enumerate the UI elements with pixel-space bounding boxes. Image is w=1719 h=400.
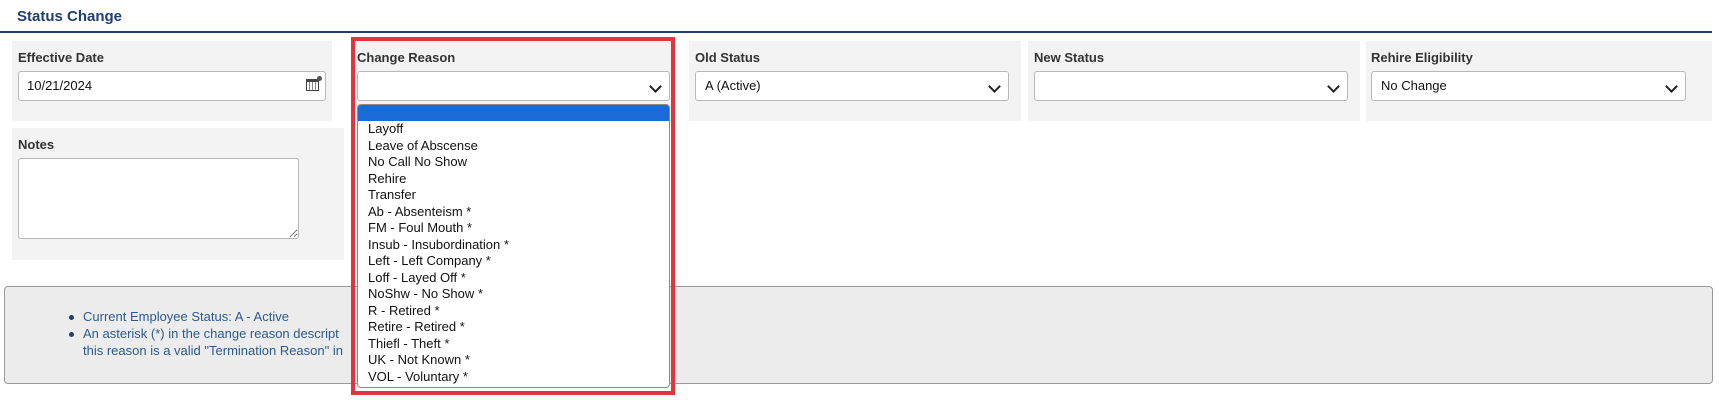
notes-label: Notes (18, 137, 55, 152)
change-reason-label: Change Reason (357, 50, 456, 65)
change-reason-dropdown-list[interactable]: Layoff Leave of Abscense No Call No Show Re… (357, 104, 670, 388)
chevron-down-icon (988, 80, 1001, 93)
rehire-eligibility-group: Rehire Eligibility No Change (1366, 41, 1712, 121)
new-status-label: New Status (1034, 50, 1105, 65)
info-panel: Current Employee Status: A - Active An a… (4, 286, 1713, 384)
effective-date-label: Effective Date (18, 50, 104, 65)
effective-date-input[interactable]: 10/21/2024 (18, 71, 326, 101)
change-reason-option[interactable]: No Call No Show (358, 154, 669, 171)
change-reason-option[interactable]: Ab - Absenteism * (358, 204, 669, 221)
change-reason-option[interactable]: Left - Left Company * (358, 253, 669, 270)
effective-date-group: Effective Date 10/21/2024 (12, 41, 332, 121)
change-reason-option[interactable]: R - Retired * (358, 303, 669, 320)
change-reason-option[interactable]: Layoff (358, 121, 669, 138)
info-asterisk-note: An asterisk (*) in the change reason des… (69, 325, 343, 342)
change-reason-option[interactable]: Retire - Retired * (358, 319, 669, 336)
new-status-group: New Status (1028, 41, 1360, 121)
change-reason-option[interactable]: Thiefl - Theft * (358, 336, 669, 353)
info-current-status: Current Employee Status: A - Active (69, 308, 343, 325)
change-reason-option[interactable]: FM - Foul Mouth * (358, 220, 669, 237)
calendar-icon[interactable] (306, 76, 322, 91)
chevron-down-icon (649, 80, 662, 93)
change-reason-select[interactable] (357, 71, 670, 101)
change-reason-option[interactable]: Leave of Abscense (358, 138, 669, 155)
change-reason-option[interactable]: Rehire (358, 171, 669, 188)
rehire-eligibility-select[interactable]: No Change (1371, 71, 1686, 101)
rehire-eligibility-value: No Change (1381, 78, 1447, 93)
effective-date-value: 10/21/2024 (27, 78, 93, 93)
notes-group: Notes (12, 128, 344, 260)
change-reason-option[interactable]: Loff - Layed Off * (358, 270, 669, 287)
new-status-select[interactable] (1034, 71, 1348, 101)
old-status-group: Old Status A (Active) (689, 41, 1021, 121)
info-asterisk-note-continued: this reason is a valid "Termination Reas… (83, 343, 343, 358)
section-title: Status Change (17, 8, 123, 25)
info-list: Current Employee Status: A - Active An a… (69, 308, 343, 359)
old-status-label: Old Status (695, 50, 761, 65)
chevron-down-icon (1665, 80, 1678, 93)
chevron-down-icon (1327, 80, 1340, 93)
old-status-value: A (Active) (705, 78, 761, 93)
change-reason-option[interactable]: Transfer (358, 187, 669, 204)
change-reason-option[interactable]: UK - Not Known * (358, 352, 669, 369)
notes-textarea[interactable] (18, 158, 299, 239)
old-status-select[interactable]: A (Active) (695, 71, 1009, 101)
change-reason-option[interactable]: VOL - Voluntary * (358, 369, 669, 386)
change-reason-option[interactable]: NoShw - No Show * (358, 286, 669, 303)
rehire-eligibility-label: Rehire Eligibility (1371, 50, 1473, 65)
change-reason-option[interactable] (358, 105, 669, 121)
change-reason-option[interactable]: Insub - Insubordination * (358, 237, 669, 254)
title-divider (0, 31, 1712, 33)
